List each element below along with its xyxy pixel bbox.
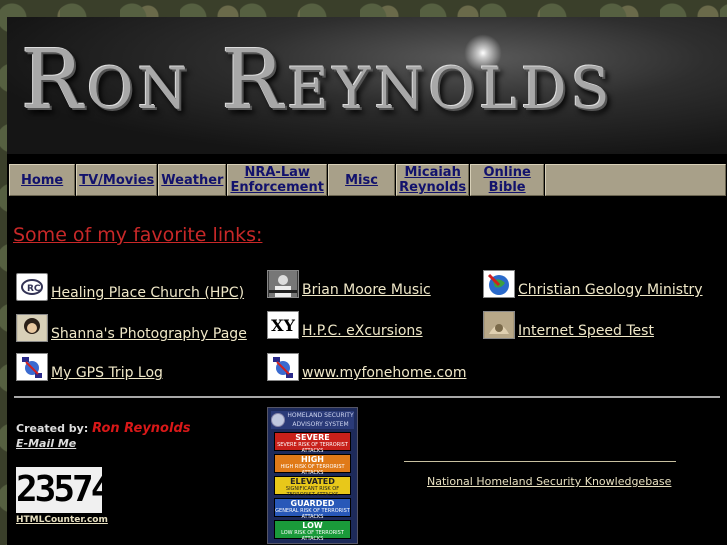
level-guarded-label: GUARDED [290,499,335,508]
nav-misc[interactable]: Misc [327,164,396,196]
link-myfonehome[interactable]: www.myfonehome.com [302,365,466,381]
level-elevated-sub: SIGNIFICANT RISK OF TERRORIST ATTACKS [285,486,340,498]
created-by: Created by: Ron Reynolds [16,421,191,436]
satellite-icon [16,353,48,381]
nav-online-bible[interactable]: Online Bible [470,164,545,196]
level-low-sub: LOW RISK OF TERRORIST ATTACKS [281,530,344,542]
nav-link-weather[interactable]: Weather [161,173,223,188]
nav-bar: Home TV/Movies Weather NRA-Law Enforceme… [7,162,727,197]
level-high-label: HIGH [301,455,324,464]
globe-icon [483,270,515,298]
link-item-hpc[interactable]: RC Healing Place Church (HPC) [16,273,244,301]
level-severe: SEVERE SEVERE RISK OF TERRORIST ATTACKS [274,432,351,454]
portrait-photo-icon [16,314,48,342]
nav-link-tv-movies[interactable]: TV/Movies [79,173,154,188]
hpc-logo-icon: RC [16,273,48,301]
level-high-sub: HIGH RISK OF TERRORIST ATTACKS [280,464,345,476]
link-item-gps-log[interactable]: My GPS Trip Log [16,353,163,381]
nav-micaiah[interactable]: Micaiah Reynolds [396,164,470,196]
link-item-myfonehome[interactable]: www.myfonehome.com [267,353,466,381]
nav-home[interactable]: Home [9,164,76,196]
link-speed-test[interactable]: Internet Speed Test [518,323,654,339]
level-high: HIGH HIGH RISK OF TERRORIST ATTACKS [274,454,351,476]
site-banner: Ron Reynolds [7,17,727,154]
hs-divider [404,461,676,462]
banner-title: Ron Reynolds [21,33,614,128]
advisory-header: HOMELAND SECURITY ADVISORY SYSTEM [271,411,354,429]
link-item-brian-moore[interactable]: Brian Moore Music [267,270,431,298]
svg-text:RC: RC [27,284,41,294]
email-link[interactable]: E-Mail Me [16,437,76,450]
speed-test-icon [483,311,515,339]
section-divider [14,396,720,398]
nav-filler [545,164,726,196]
page-container: Ron Reynolds Home TV/Movies Weather NRA-… [7,17,727,545]
level-guarded-sub: GENERAL RISK OF TERRORIST ATTACKS [275,508,350,520]
nav-link-misc[interactable]: Misc [345,173,378,188]
link-hpc-excursions[interactable]: H.P.C. eXcursions [302,323,423,339]
nav-link-online-bible[interactable]: Online Bible [483,165,530,195]
link-christian-geology[interactable]: Christian Geology Ministry [518,282,703,298]
satellite-icon [267,353,299,381]
level-guarded: GUARDED GENERAL RISK OF TERRORIST ATTACKS [274,498,351,520]
nav-link-nra-law[interactable]: NRA-Law Enforcement [230,165,324,195]
xy-logo-icon: XY [267,311,299,339]
link-hpc[interactable]: Healing Place Church (HPC) [51,285,244,301]
nav-tv-movies[interactable]: TV/Movies [76,164,158,196]
link-brian-moore[interactable]: Brian Moore Music [302,282,431,298]
link-gps-trip-log[interactable]: My GPS Trip Log [51,365,163,381]
level-severe-sub: SEVERE RISK OF TERRORIST ATTACKS [277,442,348,454]
link-item-hpc-excursions[interactable]: XY H.P.C. eXcursions [267,311,423,339]
favorites-heading: Some of my favorite links: [13,224,263,246]
level-severe-label: SEVERE [295,433,330,442]
hit-counter: 23574 [16,467,112,513]
advisory-header-text: HOMELAND SECURITY ADVISORY SYSTEM [287,412,354,428]
link-shanna-photography[interactable]: Shanna's Photography Page [51,326,247,342]
nav-nra-law[interactable]: NRA-Law Enforcement [227,164,327,196]
musician-photo-icon [267,270,299,298]
nav-link-micaiah[interactable]: Micaiah Reynolds [399,165,466,195]
link-item-christian-geology[interactable]: Christian Geology Ministry [483,270,703,298]
level-low-label: LOW [302,521,323,530]
homeland-security-advisory-chart[interactable]: HOMELAND SECURITY ADVISORY SYSTEM SEVERE… [267,407,358,544]
nav-link-home[interactable]: Home [21,173,63,188]
homeland-security-knowledgebase-link[interactable]: National Homeland Security Knowledgebase [427,475,671,488]
creator-name: Ron Reynolds [92,421,191,436]
nav-weather[interactable]: Weather [158,164,227,196]
link-item-shanna[interactable]: Shanna's Photography Page [16,314,247,342]
counter-site-link[interactable]: HTMLCounter.com [16,515,108,525]
level-elevated: ELEVATED SIGNIFICANT RISK OF TERRORIST AT… [274,476,351,498]
link-item-speed-test[interactable]: Internet Speed Test [483,311,654,339]
dhs-seal-icon [271,413,285,427]
level-low: LOW LOW RISK OF TERRORIST ATTACKS [274,520,351,542]
created-by-label: Created by: [16,422,93,435]
level-elevated-label: ELEVATED [290,477,335,486]
